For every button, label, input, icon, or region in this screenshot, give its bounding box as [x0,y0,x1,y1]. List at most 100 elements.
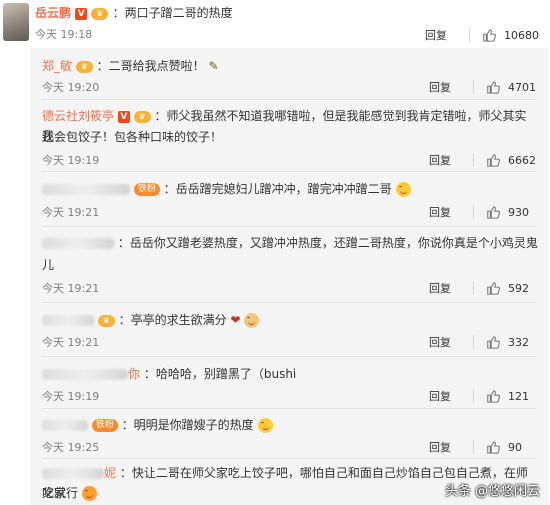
like-count: 90 [508,440,522,454]
smile-emoji-icon [395,182,411,197]
root-comment: 岳云鹏 V ♛ ：两口子蹭二哥的热度 今天 19:18 回复 10680 [0,0,550,48]
fan-badge-icon: 铁粉 [91,419,118,432]
reply-item: 铁粉 ：明明是你蹭嫂子的热度 今天 19:25 回复 90 [30,409,548,459]
username[interactable]: 岳云鹏 [35,6,71,20]
reply-item: 郑_敏 ♛ ：二哥给我点赞啦！ ✎ 今天 19:20 回复 4701 [30,48,548,100]
reply-line: 郑_敏 ♛ ：二哥给我点赞啦！ ✎ [42,56,538,76]
reply-line: 铁粉 ：岳岳蹭完媳妇儿蹭冲冲，蹭完冲冲蹭二哥 [42,179,538,199]
reply-actions: 回复 930 [429,202,548,222]
heart-emoji-icon: ❤ [230,313,241,327]
blurred-username[interactable] [42,468,104,479]
reply-time: 今天 19:25 [42,441,100,454]
reply-item: ：岳岳你又蹭老婆热度，又蹭冲冲热度，还蹭二哥热度，你说你真是个小鸡灵鬼 儿 今天… [30,227,548,303]
divider [473,440,474,454]
reply-button[interactable]: 回复 [429,439,469,455]
username[interactable]: 你 [128,367,140,381]
fan-badge-icon: ♛ [133,110,151,123]
divider [473,153,474,167]
smile-emoji-icon [257,418,273,433]
blurred-username[interactable] [42,315,94,326]
reply-text: ：岳岳你又蹭老婆热度，又蹭冲冲热度，还蹭二哥热度，你说你真是个小鸡灵鬼 [117,236,538,250]
like-count: 930 [508,205,529,219]
like-count: 332 [508,335,529,349]
reply-button[interactable]: 回复 [429,79,469,95]
reply-button[interactable]: 回复 [429,388,469,404]
reply-time: 今天 19:21 [42,282,100,295]
smile-emoji-icon [81,486,97,501]
reply-text: ：亭亭的求生欲满分 [118,313,227,327]
like-count: 592 [508,281,529,295]
reply-line: 你 ：哈哈哈，别蹭黑了（bushi [42,364,538,384]
blurred-username[interactable] [42,369,128,380]
reply-time: 今天 19:21 [42,336,100,349]
like-button[interactable]: 592 [486,281,548,295]
username[interactable]: 妮 [104,466,116,480]
divider [469,28,470,42]
thumbs-up-icon [487,81,500,94]
thumbs-up-icon [487,441,500,454]
reply-button[interactable]: 回复 [429,152,469,168]
like-button[interactable]: 121 [486,389,548,403]
reply-line: ♛ ：亭亭的求生欲满分 ❤ [42,310,538,330]
like-button[interactable]: 10680 [482,28,544,42]
reply-button[interactable]: 回复 [429,280,469,296]
reply-text: 吃就行 [42,486,79,500]
blurred-username[interactable] [42,420,88,431]
avatar[interactable] [3,3,29,41]
comment-actions: 回复 10680 [425,25,544,45]
thumbs-up-icon [483,29,496,42]
reply-button[interactable]: 回复 [429,204,469,220]
reply-line: 铁粉 ：明明是你蹭嫂子的热度 [42,415,538,435]
verified-badge-icon: V [117,110,130,123]
reply-actions: 回复 332 [429,332,548,352]
verified-badge-icon: V [75,7,88,20]
like-button[interactable]: 90 [486,440,548,454]
username[interactable]: 郑_敏 [42,59,72,73]
like-button[interactable]: 4701 [486,80,548,94]
blurred-username[interactable] [42,238,114,249]
thumbs-up-icon [487,282,500,295]
reply-actions: 回复 592 [429,278,548,298]
divider [473,389,474,403]
like-button[interactable]: 6662 [486,153,548,167]
reply-line-continued: 儿 [42,258,55,272]
reply-item: 德云社刘筱亭 V ♛ ：师父我虽然不知道我哪错啦，但是我能感觉到我肯定错啦，师父… [30,100,548,172]
reply-time: 今天 19:19 [42,154,100,167]
reply-actions: 回复 90 [429,437,548,457]
reply-button[interactable]: 回复 [429,334,469,350]
fan-badge-icon: ♛ [75,60,93,73]
watermark: 头条 @悠悠闲云 [444,484,540,499]
dog-emoji-icon [244,313,260,328]
thumbs-up-icon [487,336,500,349]
reply-button[interactable]: 回复 [425,27,465,43]
like-count: 4701 [508,80,536,94]
replies-panel: 郑_敏 ♛ ：二哥给我点赞啦！ ✎ 今天 19:20 回复 4701 德云社刘筱… [30,48,548,505]
divider [473,335,474,349]
pencil-emoji-icon: ✎ [208,59,219,73]
reply-time: 今天 19:20 [42,81,100,94]
reply-line-continued: 还会包饺子！包各种口味的饺子！ [42,130,223,144]
like-count: 10680 [504,28,539,42]
reply-item: ♛ ：亭亭的求生欲满分 ❤ 今天 19:21 回复 332 [30,303,548,357]
like-button[interactable]: 332 [486,335,548,349]
reply-text: ：二哥给我点赞啦！ [96,59,205,73]
thumbs-up-icon [487,206,500,219]
thumbs-up-icon [487,390,500,403]
divider [473,80,474,94]
like-count: 6662 [508,153,536,167]
reply-time: 今天 19:19 [42,390,100,403]
blurred-username[interactable] [42,184,130,195]
divider [473,281,474,295]
reply-text: ：明明是你蹭嫂子的热度 [121,418,254,432]
thumbs-up-icon [487,154,500,167]
username[interactable]: 德云社刘筱亭 [42,109,114,123]
like-button[interactable]: 930 [486,205,548,219]
reply-time: 今天 19:21 [42,206,100,219]
reply-actions: 回复 4701 [429,77,548,97]
like-count: 121 [508,389,529,403]
divider [473,205,474,219]
fan-badge-icon: 铁粉 [133,183,160,196]
reply-item: 你 ：哈哈哈，别蹭黑了（bushi 今天 19:19 回复 121 [30,357,548,409]
reply-text: ：岳岳蹭完媳妇儿蹭冲冲，蹭完冲冲蹭二哥 [163,182,392,196]
comment-time: 今天 19:18 [35,28,93,41]
